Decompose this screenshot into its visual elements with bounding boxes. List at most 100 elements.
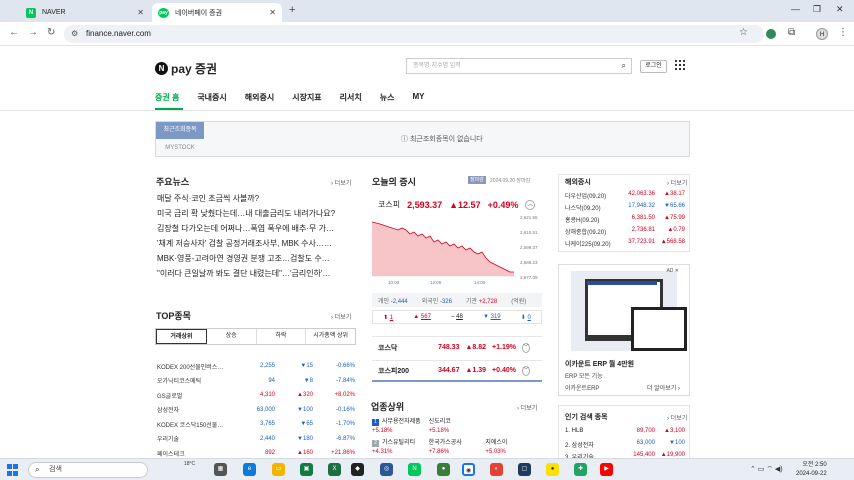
sector-row[interactable]: 1 사무용전자제품 +5.18% 신도리코 +5.18% <box>372 418 542 439</box>
table-row[interactable]: 우리기술 2,440 ▼180 -6.87% <box>157 432 355 447</box>
chrome-icon[interactable]: ◉ <box>462 463 475 476</box>
news-item[interactable]: 매달 주식·코인 조금씩 사볼까? <box>157 191 355 206</box>
extension-icon[interactable] <box>766 29 776 39</box>
close-tab-icon[interactable]: ✕ <box>269 8 276 17</box>
popular-stock-row[interactable]: 1. HLB 89,700 ▲3,100 <box>565 428 687 434</box>
weather-widget[interactable]: 18°C <box>184 461 195 468</box>
table-row[interactable]: 페이스테크 892 ▲160 +21.86% <box>157 446 355 458</box>
news-item[interactable]: '채계 저승사자' 검찰 공정거래조사부, MBK 수사…… <box>157 236 355 251</box>
tab-rise[interactable]: 상승 <box>207 329 257 344</box>
popular-more-link[interactable]: › 더보기 <box>667 413 687 422</box>
sector-row[interactable]: 2 가스유틸리티 +4.31% 한국가스공사 +7.86% 지에스이 +5.03% <box>372 439 542 458</box>
extensions-puzzle-icon[interactable]: ⧉ <box>788 27 795 38</box>
news-item[interactable]: 미국 금리 확 낮췄다는데…내 대출금리도 내려가나요? <box>157 206 355 221</box>
app-icon[interactable]: ◐ <box>490 463 503 476</box>
site-logo[interactable]: N pay 증권 <box>155 60 217 77</box>
task-view-icon[interactable]: ▦ <box>214 463 227 476</box>
table-row[interactable]: GS글로벌 4,310 ▲320 +8.02% <box>157 388 355 403</box>
tab-volume[interactable]: 거래상위 <box>156 329 207 344</box>
taskbar-search[interactable]: ⌕ 검색 <box>28 462 148 478</box>
site-info-icon[interactable]: ⚙ <box>71 25 78 43</box>
minimize-icon[interactable]: — <box>791 4 800 14</box>
tab-naverpay-finance[interactable]: pay 네이버페이 증권 ✕ <box>152 3 282 22</box>
nav-indicators[interactable]: 시장지표 <box>292 92 321 103</box>
kospi-summary[interactable]: 코스피 2,593.37 ▲12.57 +0.49% ︿ <box>378 199 536 210</box>
nav-news[interactable]: 뉴스 <box>380 92 395 103</box>
news-item[interactable]: "이러다 큰일날까 봐도 결단 내렸는데"…'금리인하'… <box>157 266 355 281</box>
tab-fall[interactable]: 하락 <box>257 329 307 344</box>
profile-avatar[interactable]: H <box>816 28 828 40</box>
nav-research[interactable]: 리서치 <box>340 92 362 103</box>
stock-change: ▼15 <box>300 363 313 370</box>
world-more-link[interactable]: › 더보기 <box>667 178 687 187</box>
edge-icon[interactable]: e <box>243 463 256 476</box>
chevron-down-icon[interactable]: ﹀ <box>521 342 530 353</box>
world-index-row[interactable]: 다우산업(09.20) 42,063.36 ▲38.17 <box>565 191 687 200</box>
advance-decline-item[interactable]: – 48 <box>451 314 463 320</box>
news-item[interactable]: MBK·영풍-고려아연 경영권 분쟁 고조…검찰도 수… <box>157 251 355 266</box>
close-tab-icon[interactable]: ✕ <box>137 8 144 17</box>
sectors-more-link[interactable]: › 더보기 <box>517 403 537 412</box>
table-row[interactable]: 삼성전자 63,000 ▼100 -0.16% <box>157 403 355 418</box>
kospi-intraday-chart: 2,621.65 2,610.51 2,599.37 2,588.23 2,57… <box>372 215 538 285</box>
stock-price: 63,000 <box>256 406 275 413</box>
file-explorer-icon[interactable]: ▭ <box>272 463 285 476</box>
chart-ytick: 2,610.51 <box>520 230 538 235</box>
world-index-row[interactable]: 나스닥(09.20) 17,948.32 ▼65.66 <box>565 203 687 212</box>
kosdaq-row[interactable]: 코스닥 748.33 ▲8.82 +1.19% ﹀ <box>372 336 542 358</box>
forward-icon[interactable]: → <box>28 27 38 38</box>
table-row[interactable]: KODEX 200선물인버스… 2,255 ▼15 -0.66% <box>157 359 355 374</box>
chevron-up-icon[interactable]: ︿ <box>525 199 536 210</box>
app-icon[interactable]: ✚ <box>574 463 587 476</box>
chevron-down-icon[interactable]: ﹀ <box>521 365 530 376</box>
news-item[interactable]: 김장철 다가오는데 어쩌나…폭염 폭우에 배추·무 가… <box>157 221 355 236</box>
advance-decline-item[interactable]: ▲ 567 <box>413 314 431 320</box>
excel-icon[interactable]: X <box>328 463 341 476</box>
table-row[interactable]: KODEX 코스닥150선물… 3,765 ▼65 -1.70% <box>157 417 355 432</box>
app-icon[interactable]: ▣ <box>300 463 313 476</box>
app-icon[interactable]: ◎ <box>380 463 393 476</box>
nav-my[interactable]: MY <box>413 92 425 103</box>
bookmark-star-icon[interactable]: ☆ <box>739 27 748 38</box>
app-icon[interactable]: ◆ <box>351 463 364 476</box>
back-icon[interactable]: ← <box>9 27 19 38</box>
world-index-row[interactable]: 상해종합(09.20) 2,736.81 ▲0.79 <box>565 227 687 236</box>
app-icon[interactable]: ▢ <box>518 463 531 476</box>
tab-recent-stocks[interactable]: 최근조회종목 <box>156 122 204 139</box>
advance-decline-item[interactable]: ▼ 319 <box>483 314 501 320</box>
login-button[interactable]: 로그인 <box>640 60 667 73</box>
stock-search-input[interactable]: 종목명·지수명 입력 ⌕ <box>406 58 632 74</box>
kakaotalk-icon[interactable]: ● <box>546 463 559 476</box>
apps-grid-icon[interactable] <box>675 60 685 70</box>
world-index-row[interactable]: 니케이225(09.20) 37,723.91 ▲568.58 <box>565 239 687 248</box>
reload-icon[interactable]: ↻ <box>47 27 55 38</box>
youtube-icon[interactable]: ▶ <box>600 463 613 476</box>
tab-marketcap[interactable]: 시가총액 상위 <box>306 329 355 344</box>
clock[interactable]: 오전 2:50 2024-09-22 <box>796 461 827 479</box>
url-field[interactable]: ⚙ finance.naver.com <box>64 25 764 43</box>
advance-decline-item[interactable]: ⬆ 1 <box>383 314 393 321</box>
kospi200-row[interactable]: 코스피200 344.67 ▲1.39 +0.40% ﹀ <box>372 360 542 382</box>
windows-start-icon[interactable] <box>7 464 19 476</box>
tab-mystock[interactable]: MYSTOCK <box>156 140 204 157</box>
news-more-link[interactable]: › 더보기 <box>331 178 351 187</box>
nav-overseas[interactable]: 해외증시 <box>245 92 274 103</box>
ad-banner[interactable]: AD ✕ 이카운트 ERP 월 4만원 ERP 모든 기능 이카운트ERP 더 … <box>558 264 690 396</box>
ad-cta-link[interactable]: 더 알아보기 › <box>647 383 680 392</box>
advance-decline-item[interactable]: ⬇ 0 <box>521 314 531 321</box>
browser-menu-icon[interactable]: ⋮ <box>838 27 848 38</box>
maximize-icon[interactable]: ❐ <box>813 4 821 15</box>
search-icon[interactable]: ⌕ <box>622 59 626 73</box>
naver-icon[interactable]: N <box>408 463 421 476</box>
close-window-icon[interactable]: ✕ <box>836 4 844 15</box>
top-more-link[interactable]: › 더보기 <box>331 312 351 321</box>
app-icon[interactable]: ● <box>437 463 450 476</box>
nav-domestic[interactable]: 국내증시 <box>197 92 226 103</box>
tab-naver[interactable]: N NAVER ✕ <box>20 3 150 22</box>
table-row[interactable]: 오가닉티코스메틱 94 ▼8 -7.84% <box>157 374 355 389</box>
nav-home[interactable]: 증권 홈 <box>155 92 179 103</box>
world-index-row[interactable]: 홍콩H(09.20) 6,381.50 ▲75.99 <box>565 215 687 224</box>
system-tray-icons[interactable]: ⌃ ▭ ⌔ ◀) <box>750 465 783 474</box>
popular-stock-row[interactable]: 2. 삼성전자 63,000 ▼100 <box>565 440 687 449</box>
new-tab-icon[interactable]: + <box>289 4 295 16</box>
